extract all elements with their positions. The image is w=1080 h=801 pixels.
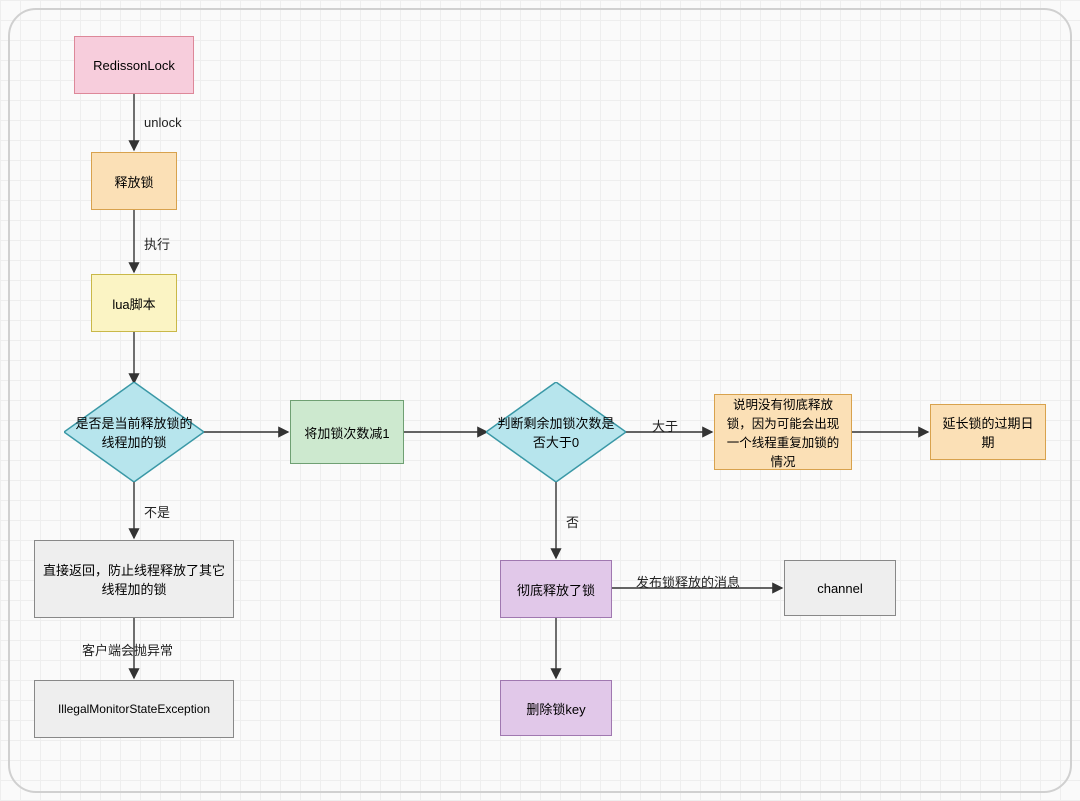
edge-label-exec: 执行	[144, 234, 170, 253]
edge-label-gt: 大于	[652, 416, 678, 435]
node-channel: channel	[784, 560, 896, 616]
edge-label-publish: 发布锁释放的消息	[636, 572, 740, 591]
edge-label-client-throw: 客户端会抛异常	[82, 640, 173, 659]
node-start: RedissonLock	[74, 36, 194, 94]
decision-current-thread-label: 是否是当前释放锁的线程加的锁	[71, 413, 197, 451]
node-full-release: 彻底释放了锁	[500, 560, 612, 618]
edge-label-not: 不是	[144, 502, 170, 521]
node-extend: 延长锁的过期日期	[930, 404, 1046, 460]
edge-label-unlock: unlock	[144, 115, 182, 130]
node-exception: IllegalMonitorStateException	[34, 680, 234, 738]
decision-gt0: 判断剩余加锁次数是否大于0	[486, 382, 626, 482]
decision-current-thread: 是否是当前释放锁的线程加的锁	[64, 382, 204, 482]
node-delkey: 删除锁key	[500, 680, 612, 736]
node-release: 释放锁	[91, 152, 177, 210]
diagram-canvas: RedissonLock 释放锁 lua脚本 是否是当前释放锁的线程加的锁 直接…	[0, 0, 1080, 801]
node-explain: 说明没有彻底释放锁，因为可能会出现一个线程重复加锁的情况	[714, 394, 852, 470]
node-return: 直接返回，防止线程释放了其它线程加的锁	[34, 540, 234, 618]
decision-gt0-label: 判断剩余加锁次数是否大于0	[493, 413, 619, 451]
node-dec: 将加锁次数减1	[290, 400, 404, 464]
node-lua: lua脚本	[91, 274, 177, 332]
edge-label-no: 否	[566, 512, 579, 531]
